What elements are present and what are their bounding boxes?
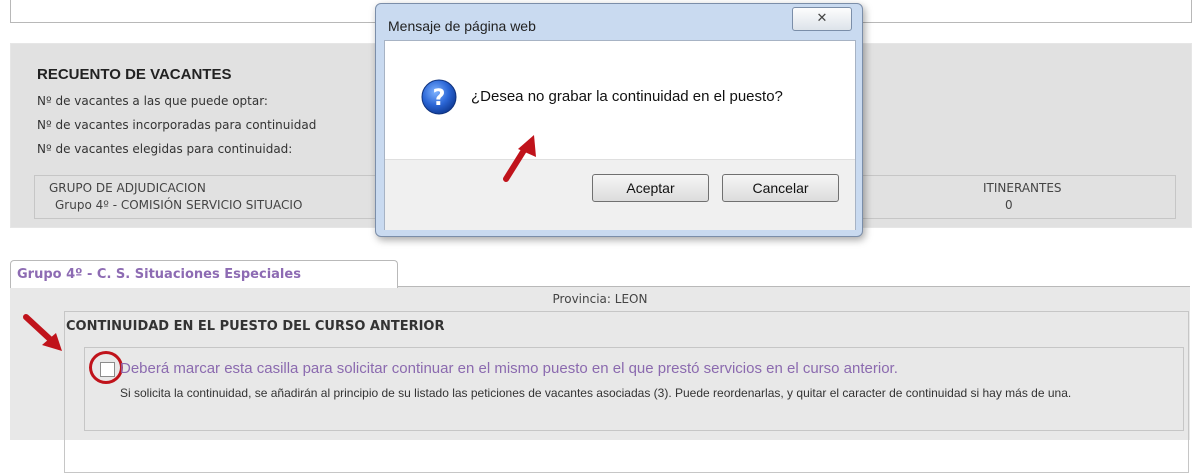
annotation-arrow-icon	[503, 135, 536, 182]
recuento-line-incorporadas: Nº de vacantes incorporadas para continu…	[37, 118, 317, 132]
table-header-grupo: GRUPO DE ADJUDICACION	[49, 181, 206, 195]
recuento-line-elegidas: Nº de vacantes elegidas para continuidad…	[37, 142, 293, 156]
close-button[interactable]: ✕	[792, 7, 852, 31]
close-icon: ✕	[816, 11, 828, 26]
recuento-title: RECUENTO DE VACANTES	[37, 66, 232, 83]
dialog-content: ? ¿Desea no grabar la continuidad en el …	[384, 40, 856, 230]
recuento-line-optar: Nº de vacantes a las que puede optar:	[37, 94, 268, 108]
svg-text:?: ?	[433, 86, 446, 111]
table-header-itinerantes: ITINERANTES	[983, 181, 1062, 195]
accept-button[interactable]: Aceptar	[592, 174, 709, 202]
tab-label: Grupo 4º - C. S. Situaciones Especiales	[17, 267, 301, 282]
table-cell-itinerantes: 0	[1005, 198, 1013, 212]
dialog-title: Mensaje de página web	[388, 18, 536, 34]
provincia-label: Provincia: LEON	[552, 292, 648, 306]
continuidad-note: Si solicita la continuidad, se añadirán …	[120, 386, 1072, 400]
question-icon: ?	[421, 79, 457, 115]
highlight-circle	[89, 351, 123, 384]
tab-panel: Provincia: LEON CONTINUIDAD EN EL PUESTO…	[10, 286, 1190, 473]
cancel-button[interactable]: Cancelar	[722, 174, 839, 202]
dialog-message: ¿Desea no grabar la continuidad en el pu…	[471, 88, 783, 105]
continuidad-title: CONTINUIDAD EN EL PUESTO DEL CURSO ANTER…	[66, 319, 445, 334]
checkbox-label: Deberá marcar esta casilla para solicita…	[120, 360, 898, 377]
tab-grupo-4[interactable]: Grupo 4º - C. S. Situaciones Especiales	[10, 260, 398, 288]
table-cell-grupo: Grupo 4º - COMISIÓN SERVICIO SITUACIO	[55, 198, 303, 212]
message-dialog: Mensaje de página web ✕ ? ¿Desea no grab…	[375, 3, 863, 237]
annotation-arrow-icon	[23, 314, 62, 351]
